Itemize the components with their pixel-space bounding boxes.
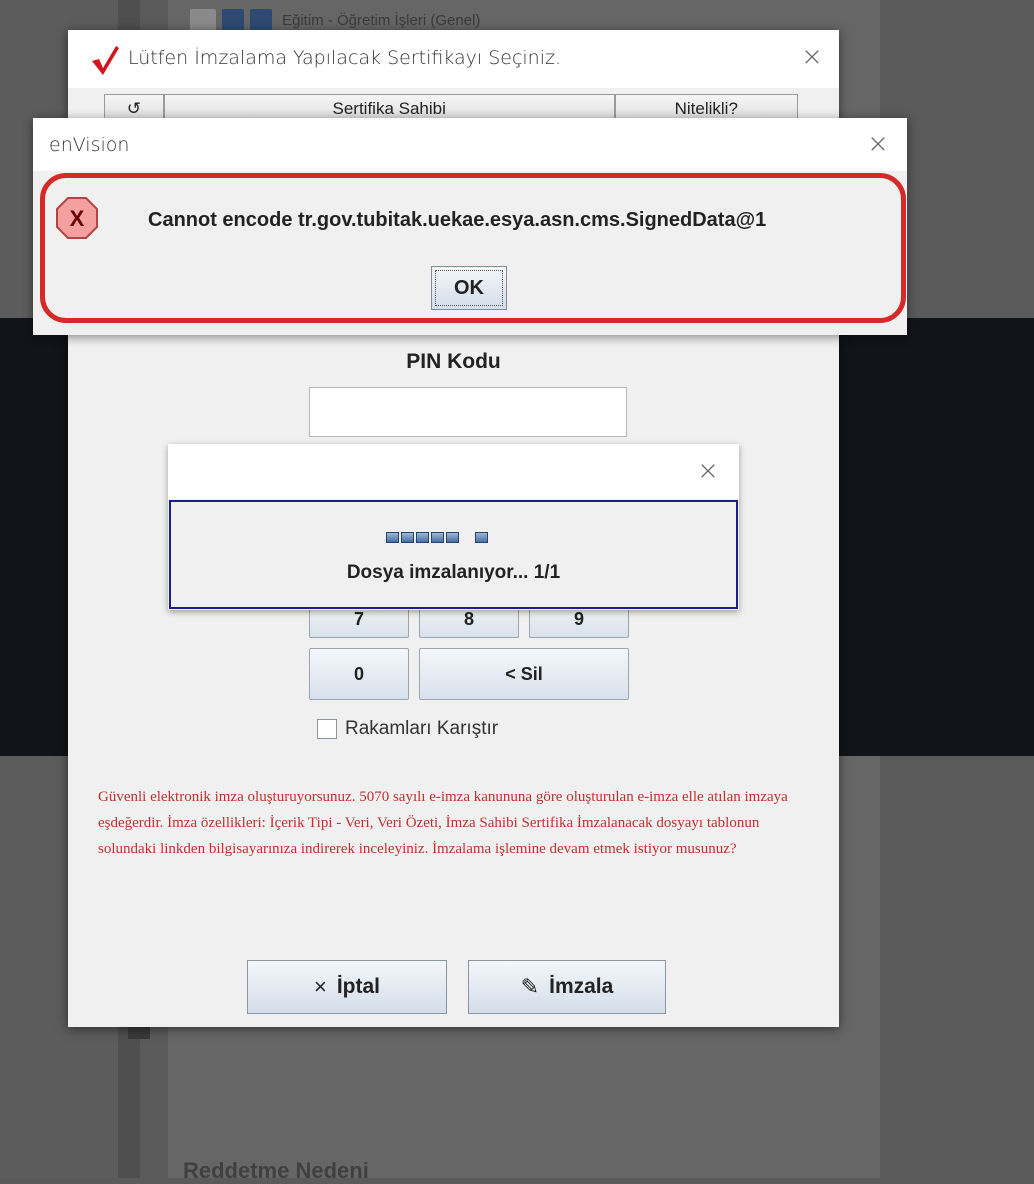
progress-dialog-titlebar: × bbox=[168, 444, 739, 499]
shuffle-digits-option[interactable]: Rakamları Karıştır bbox=[317, 718, 498, 740]
background-toggle-icon bbox=[190, 9, 216, 31]
legal-notice: Güvenli elektronik imza oluşturuyorsunuz… bbox=[98, 789, 788, 857]
background-stub bbox=[128, 1025, 150, 1039]
certificate-dialog-titlebar: Lütfen İmzalama Yapılacak Sertifikayı Se… bbox=[68, 30, 839, 88]
background-edit-icon bbox=[250, 9, 272, 31]
progress-status-text: Dosya imzalanıyor... 1/1 bbox=[346, 562, 561, 583]
check-mark-icon bbox=[92, 46, 119, 75]
error-dialog-title: enVision bbox=[49, 134, 130, 156]
background-footer-text: Reddetme Nedeni bbox=[183, 1158, 369, 1183]
progress-block bbox=[446, 532, 459, 543]
progress-block bbox=[386, 532, 399, 543]
progress-dialog: × Dosya imzalanıyor... 1/1 bbox=[168, 444, 739, 610]
progress-block bbox=[431, 532, 444, 543]
close-icon[interactable]: × bbox=[695, 458, 721, 484]
keypad-delete-button[interactable]: < Sil bbox=[419, 648, 629, 700]
error-dialog-titlebar: enVision × bbox=[33, 118, 907, 171]
ok-button[interactable]: OK bbox=[431, 266, 507, 310]
shuffle-label: Rakamları Karıştır bbox=[345, 718, 499, 739]
progress-block bbox=[475, 532, 488, 543]
cancel-button-label: İptal bbox=[336, 975, 381, 998]
error-message: Cannot encode tr.gov.tubitak.uekae.esya.… bbox=[148, 209, 767, 231]
close-icon[interactable]: × bbox=[799, 44, 825, 70]
pin-label: PIN Kodu bbox=[406, 350, 501, 373]
sign-button-label: İmzala bbox=[549, 975, 614, 998]
certificate-dialog-title: Lütfen İmzalama Yapılacak Sertifikayı Se… bbox=[128, 47, 562, 69]
close-icon[interactable]: × bbox=[865, 131, 891, 157]
keypad-key-0[interactable]: 0 bbox=[309, 648, 409, 700]
shuffle-checkbox[interactable] bbox=[317, 719, 337, 739]
error-icon: X bbox=[56, 197, 98, 239]
background-header-text: Eğitim - Öğretim İşleri (Genel) bbox=[282, 11, 481, 29]
background-search-icon bbox=[222, 9, 244, 31]
close-icon: × bbox=[313, 974, 327, 999]
error-icon-glyph: X bbox=[70, 206, 85, 231]
sign-button[interactable]: ✎ İmzala bbox=[468, 960, 666, 1014]
progress-body: Dosya imzalanıyor... 1/1 bbox=[169, 500, 738, 609]
progress-block bbox=[416, 532, 429, 543]
progress-indicator bbox=[386, 532, 488, 543]
error-dialog: enVision × X Cannot encode tr.gov.tubita… bbox=[33, 118, 907, 335]
background-header-row: Eğitim - Öğretim İşleri (Genel) bbox=[190, 8, 480, 32]
cancel-button[interactable]: × İptal bbox=[247, 960, 447, 1014]
pen-icon: ✎ bbox=[520, 974, 540, 999]
progress-block bbox=[401, 532, 414, 543]
pin-input[interactable] bbox=[309, 387, 627, 437]
